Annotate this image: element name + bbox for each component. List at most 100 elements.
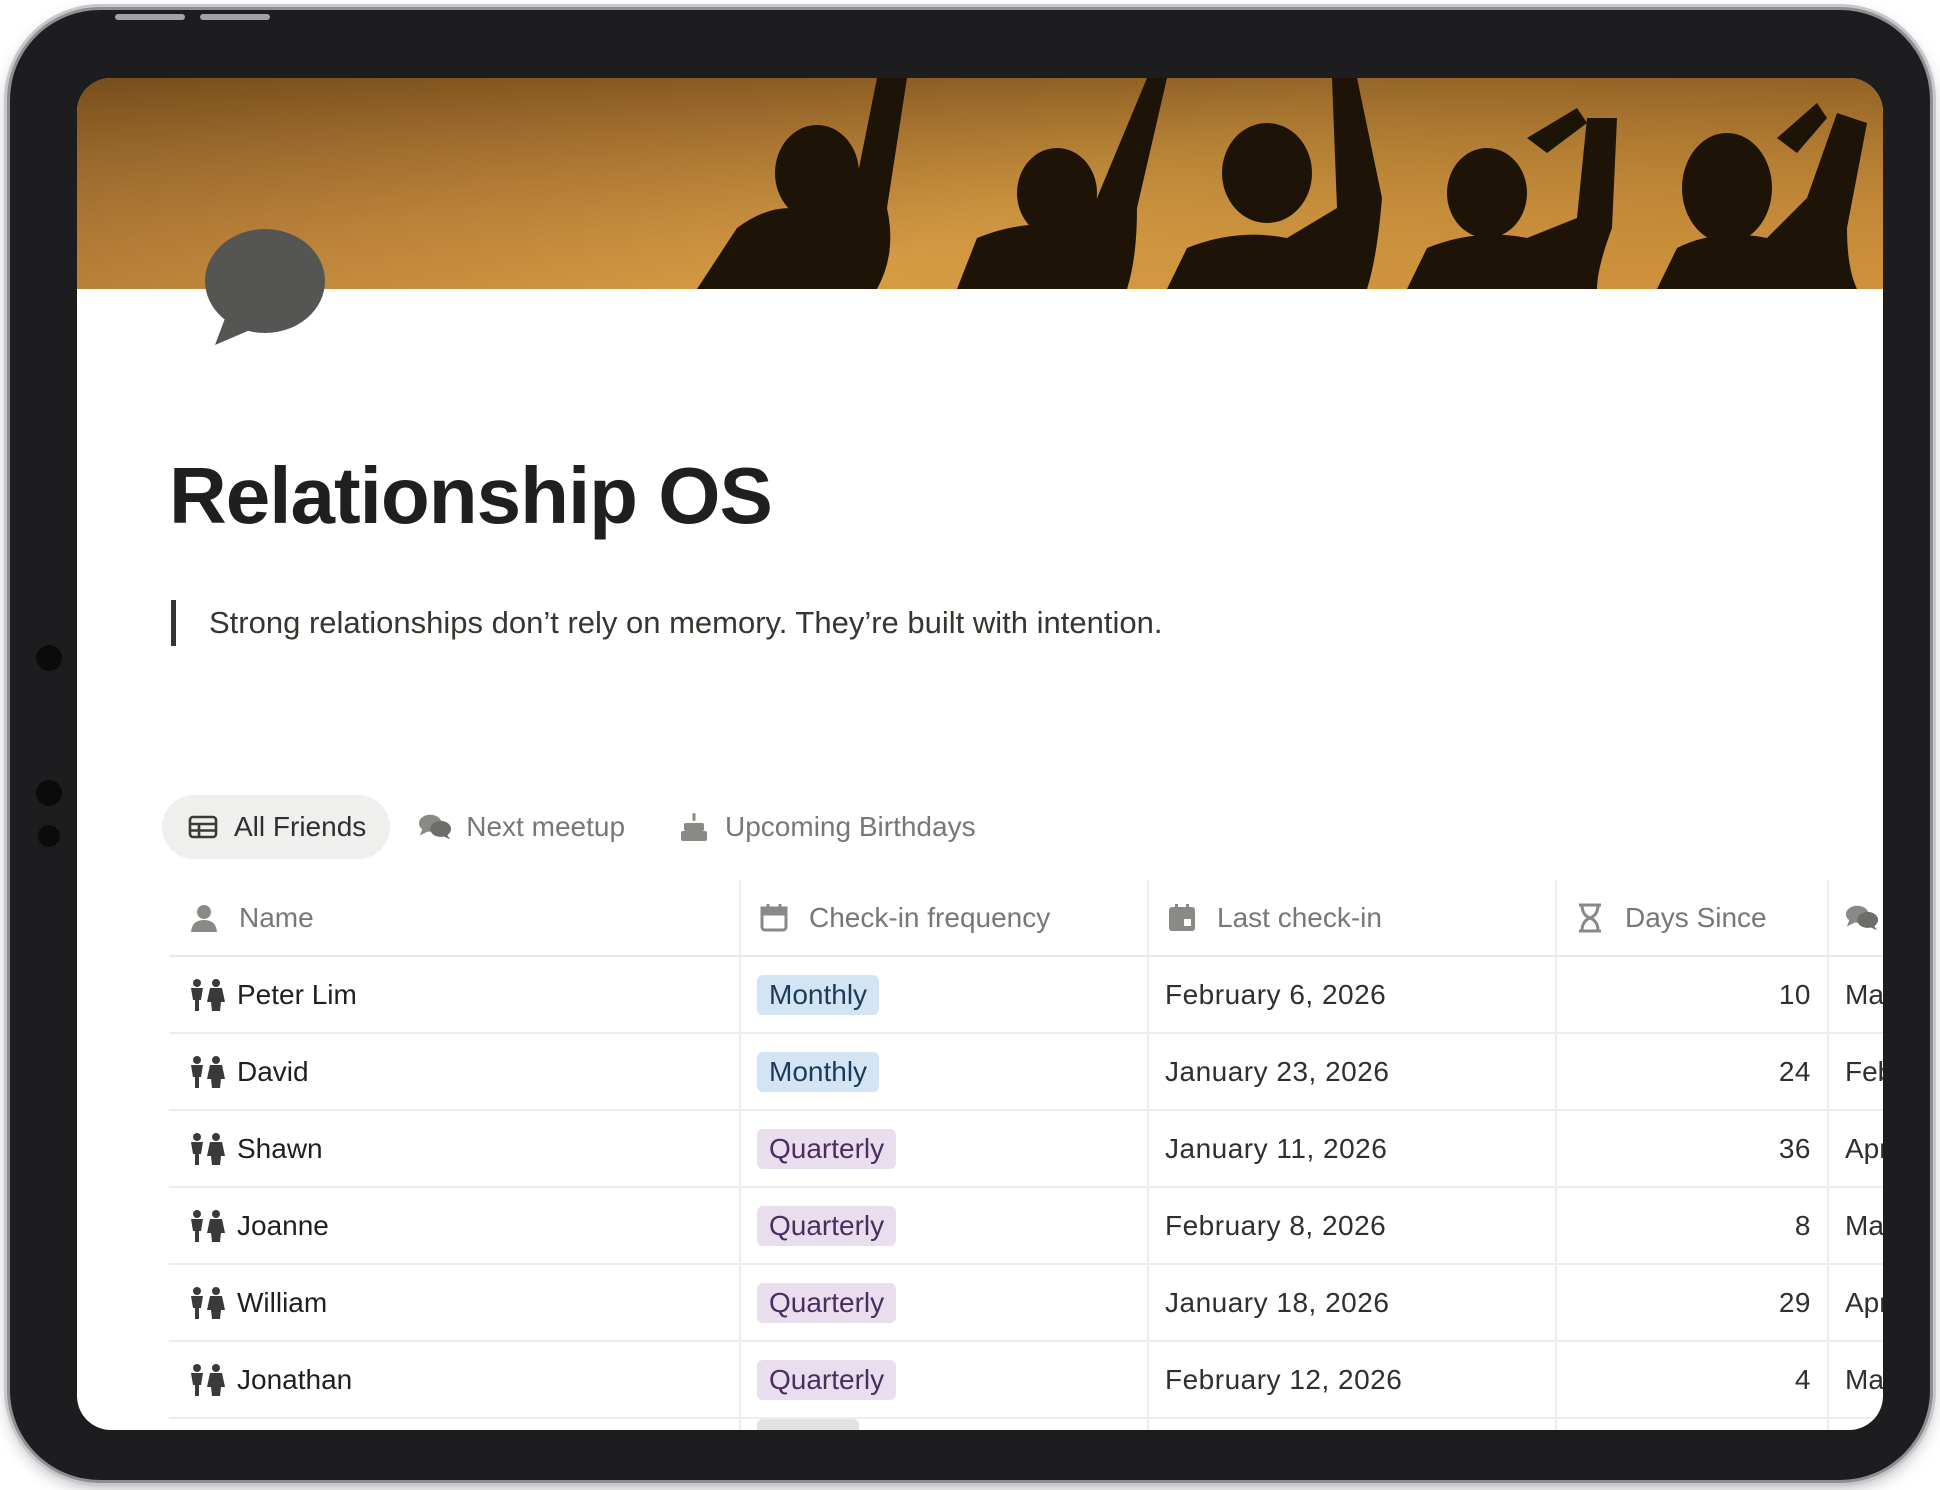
- frequency-tag: Quarterly: [757, 1282, 897, 1323]
- name-cell[interactable]: Jonathan: [169, 1342, 739, 1417]
- frequency-cell[interactable]: [739, 1419, 1147, 1430]
- next-meetup-cell[interactable]: [1827, 1419, 1883, 1430]
- people-icon: [187, 1054, 227, 1090]
- days-since-cell[interactable]: 24: [1555, 1034, 1827, 1109]
- friend-name: Joanne: [237, 1209, 329, 1241]
- frequency-cell[interactable]: Quarterly: [739, 1188, 1147, 1263]
- next-meetup-cell[interactable]: Feb: [1827, 1034, 1883, 1109]
- last-checkin-cell[interactable]: January 11, 2026: [1147, 1111, 1555, 1186]
- column-header-label: Name: [239, 901, 314, 933]
- frequency-tag: Quarterly: [757, 1128, 897, 1169]
- camera-dot: [36, 645, 62, 671]
- days-since-cell[interactable]: 10: [1555, 957, 1827, 1032]
- tab-next-meetup[interactable]: Next meetup: [394, 795, 649, 859]
- tab-upcoming-birthdays[interactable]: Upcoming Birthdays: [653, 795, 1000, 859]
- name-cell[interactable]: Joanne: [169, 1188, 739, 1263]
- people-icon: [187, 1208, 227, 1244]
- camera-dot: [36, 780, 62, 806]
- column-header-next-meetup[interactable]: [1827, 880, 1883, 955]
- next-meetup-value: Ma: [1845, 978, 1883, 1010]
- next-meetup-value: Apr: [1845, 1286, 1883, 1318]
- table-row[interactable]: Shawn Quarterly January 11, 2026 36 Apr: [169, 1111, 1883, 1188]
- column-header-name[interactable]: Name: [169, 880, 739, 955]
- last-checkin-date: January 23, 2026: [1165, 1055, 1390, 1087]
- chat-bubbles-icon: [418, 810, 452, 844]
- column-header-frequency[interactable]: Check-in frequency: [739, 880, 1147, 955]
- people-icon: [187, 1131, 227, 1167]
- volume-button: [115, 14, 185, 20]
- frequency-cell[interactable]: Quarterly: [739, 1342, 1147, 1417]
- friend-name: William: [237, 1286, 328, 1318]
- last-checkin-cell[interactable]: January 18, 2026: [1147, 1265, 1555, 1340]
- column-header-days-since[interactable]: Days Since: [1555, 880, 1827, 955]
- tab-label: All Friends: [234, 811, 367, 842]
- table-row[interactable]: Joanne Quarterly February 8, 2026 8 Ma: [169, 1188, 1883, 1265]
- frequency-cell[interactable]: Monthly: [739, 957, 1147, 1032]
- last-checkin-cell[interactable]: February 6, 2026: [1147, 957, 1555, 1032]
- name-cell[interactable]: William: [169, 1265, 739, 1340]
- days-since-cell[interactable]: 4: [1555, 1342, 1827, 1417]
- person-icon: [187, 901, 221, 935]
- next-meetup-cell[interactable]: Apr: [1827, 1111, 1883, 1186]
- screen: Relationship OS Strong relationships don…: [77, 78, 1883, 1430]
- days-since-cell[interactable]: 36: [1555, 1111, 1827, 1186]
- column-header-last-checkin[interactable]: Last check-in: [1147, 880, 1555, 955]
- last-checkin-date: February 12, 2026: [1165, 1363, 1403, 1395]
- table-row[interactable]: David Monthly January 23, 2026 24 Feb: [169, 1034, 1883, 1111]
- table-header: Name Check-in frequency Last check-in Da…: [169, 880, 1883, 957]
- days-since-value: 29: [1778, 1286, 1811, 1318]
- table-row[interactable]: Peter Lim Monthly February 6, 2026 10 Ma: [169, 957, 1883, 1034]
- people-icon: [187, 977, 227, 1013]
- friend-name: Jonathan: [237, 1363, 353, 1395]
- next-meetup-cell[interactable]: Apr: [1827, 1265, 1883, 1340]
- calendar-event-icon: [1165, 901, 1199, 935]
- speech-bubble-icon[interactable]: [187, 223, 327, 353]
- hourglass-icon: [1573, 901, 1607, 935]
- frequency-cell[interactable]: Quarterly: [739, 1265, 1147, 1340]
- tablet-frame: Relationship OS Strong relationships don…: [10, 10, 1930, 1480]
- people-icon: [187, 1362, 227, 1398]
- last-checkin-cell[interactable]: February 8, 2026: [1147, 1188, 1555, 1263]
- days-since-cell[interactable]: 29: [1555, 1265, 1827, 1340]
- column-header-label: Last check-in: [1217, 901, 1382, 933]
- name-cell[interactable]: David: [169, 1034, 739, 1109]
- days-since-cell[interactable]: 8: [1555, 1188, 1827, 1263]
- frequency-cell[interactable]: Quarterly: [739, 1111, 1147, 1186]
- frequency-cell[interactable]: Monthly: [739, 1034, 1147, 1109]
- friend-name: Shawn: [237, 1132, 323, 1164]
- page-title[interactable]: Relationship OS: [169, 450, 773, 542]
- friends-table: Name Check-in frequency Last check-in Da…: [169, 880, 1883, 1430]
- days-since-value: 10: [1778, 978, 1811, 1010]
- last-checkin-cell[interactable]: [1147, 1419, 1555, 1430]
- days-since-cell[interactable]: [1555, 1419, 1827, 1430]
- tab-all-friends[interactable]: All Friends: [162, 795, 391, 859]
- name-cell[interactable]: Peter Lim: [169, 957, 739, 1032]
- view-tabs: All Friends Next meetup Upcoming Birthda…: [162, 795, 1004, 859]
- last-checkin-date: January 18, 2026: [1165, 1286, 1390, 1318]
- next-meetup-cell[interactable]: Ma: [1827, 1188, 1883, 1263]
- days-since-value: 24: [1778, 1055, 1811, 1087]
- next-meetup-cell[interactable]: Ma: [1827, 1342, 1883, 1417]
- table-row[interactable]: [169, 1419, 1883, 1430]
- next-meetup-value: Feb: [1845, 1055, 1883, 1087]
- friend-name: Peter Lim: [237, 978, 357, 1010]
- quote-text: Strong relationships don’t rely on memor…: [209, 605, 1163, 640]
- frequency-tag: Monthly: [757, 974, 880, 1015]
- last-checkin-cell[interactable]: February 12, 2026: [1147, 1342, 1555, 1417]
- frequency-tag: Quarterly: [757, 1205, 897, 1246]
- next-meetup-cell[interactable]: Ma: [1827, 957, 1883, 1032]
- chat-bubbles-icon: [1845, 901, 1879, 935]
- cake-icon: [677, 810, 711, 844]
- name-cell[interactable]: Shawn: [169, 1111, 739, 1186]
- cover-image[interactable]: [77, 78, 1883, 289]
- name-cell[interactable]: [169, 1419, 739, 1430]
- table-row[interactable]: Jonathan Quarterly February 12, 2026 4 M…: [169, 1342, 1883, 1419]
- tab-label: Upcoming Birthdays: [725, 811, 976, 842]
- tab-label: Next meetup: [466, 811, 626, 842]
- table-row[interactable]: William Quarterly January 18, 2026 29 Ap…: [169, 1265, 1883, 1342]
- days-since-value: 8: [1794, 1209, 1811, 1241]
- last-checkin-cell[interactable]: January 23, 2026: [1147, 1034, 1555, 1109]
- quote-block[interactable]: Strong relationships don’t rely on memor…: [171, 600, 1162, 646]
- people-icon: [187, 1285, 227, 1321]
- volume-button: [200, 14, 270, 20]
